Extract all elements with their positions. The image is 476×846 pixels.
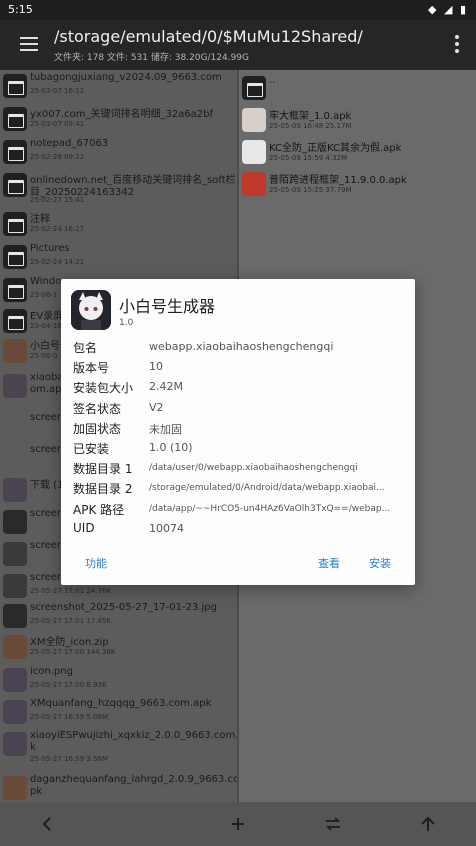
info-key: 数据目录 2 xyxy=(73,482,133,497)
app-icon xyxy=(71,290,111,330)
info-key: 包名 xyxy=(73,341,98,355)
info-key: 安装包大小 xyxy=(73,381,134,396)
install-button[interactable]: 安装 xyxy=(369,555,391,571)
info-key: UID xyxy=(73,520,95,535)
info-row: 加固状态 未加固 xyxy=(73,420,409,440)
info-row: APK 路径/data/app/~~HrCO5-un4HAz6VaOlh3TxQ… xyxy=(73,501,409,521)
info-value: /storage/emulated/0/Android/data/webapp.… xyxy=(149,483,385,494)
info-value: 1.0 (10) xyxy=(149,441,193,454)
info-value: /data/app/~~HrCO5-un4HAz6VaOlh3TxQ==/web… xyxy=(149,503,391,514)
info-value: 10 xyxy=(149,360,163,374)
info-row: 数据目录 2/storage/emulated/0/Android/data/w… xyxy=(73,480,409,500)
info-value: V2 xyxy=(149,400,164,414)
info-key: 数据目录 1 xyxy=(73,462,133,477)
info-row: UID 10074 xyxy=(73,521,409,541)
info-row: 数据目录 1/data/user/0/webapp.xiaobaihaoshen… xyxy=(73,460,409,480)
info-value: webapp.xiaobaihaoshengchengqi xyxy=(149,340,334,353)
info-value: 2.42M xyxy=(149,380,183,394)
info-value: 未加固 xyxy=(149,422,182,436)
function-button[interactable]: 功能 xyxy=(85,555,107,571)
info-row: 版本号 10 xyxy=(73,359,409,379)
app-version: 1.0 xyxy=(119,318,134,328)
info-key: 版本号 xyxy=(73,361,110,376)
view-button[interactable]: 查看 xyxy=(318,555,340,571)
info-key: 已安装 xyxy=(73,442,110,456)
info-key: 签名状态 xyxy=(73,401,122,416)
app-info-dialog: 小白号生成器 1.0 包名 webapp.xiaobaihaoshengcheng… xyxy=(61,279,415,585)
info-row: 已安装 1.0 (10) xyxy=(73,440,409,460)
info-value: /data/user/0/webapp.xiaobaihaoshengcheng… xyxy=(149,463,358,474)
info-row: 安装包大小 2.42M xyxy=(73,379,409,399)
info-key: APK 路径 xyxy=(73,502,125,517)
info-value: 10074 xyxy=(149,521,184,535)
info-row: 包名 webapp.xiaobaihaoshengchengqi xyxy=(73,339,409,359)
app-name: 小白号生成器 xyxy=(119,297,216,316)
info-row: 签名状态 V2 xyxy=(73,400,409,420)
info-key: 加固状态 xyxy=(73,421,122,436)
